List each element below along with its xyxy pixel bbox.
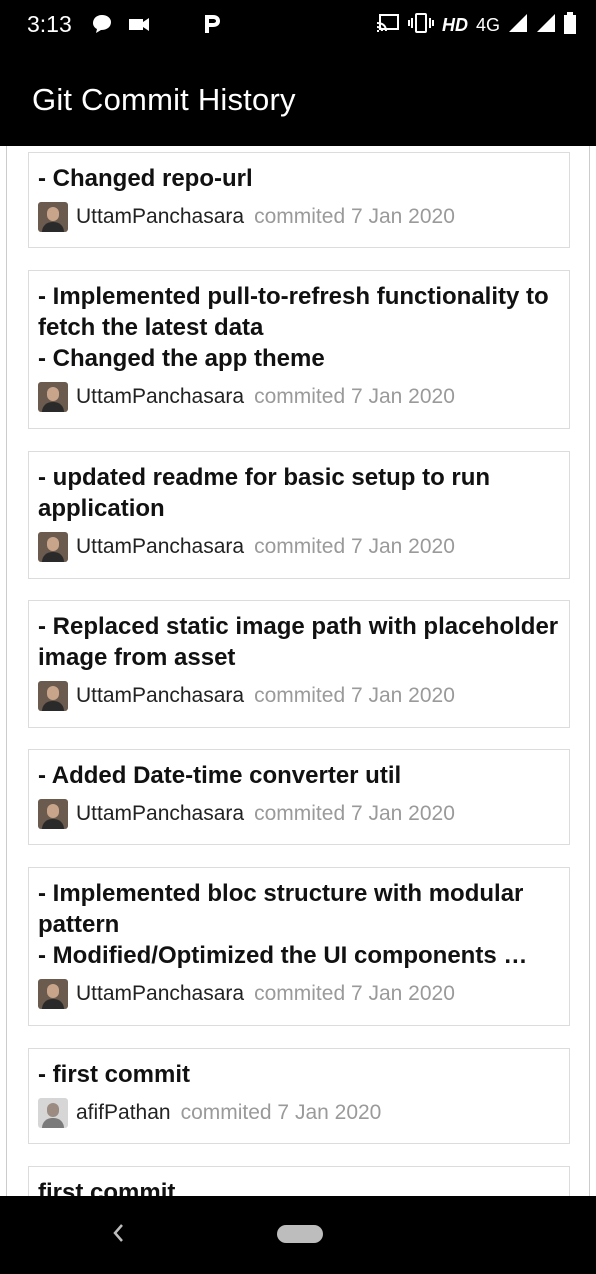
author-avatar [38,382,68,412]
app-bar: Git Commit History [0,52,596,146]
network-label: HD [441,15,468,35]
commit-card[interactable]: - Implemented bloc structure with modula… [28,867,570,1026]
cast-icon [376,12,400,39]
commit-card[interactable]: - Changed repo-url UttamPanchasara commi… [28,152,570,248]
status-time: 3:13 [27,11,72,37]
commit-author: UttamPanchasara [76,205,245,228]
author-avatar [38,532,68,562]
page-edge [589,146,590,1196]
commit-message: first commit [38,1179,176,1196]
commit-meta: UttamPanchasara commited 7 Jan 2020 [38,200,569,234]
commit-author: UttamPanchasara [76,535,245,558]
navigation-bar [0,1196,596,1274]
commit-author: UttamPanchasara [76,684,245,707]
status-bar: 3:13 HD 4G [0,0,596,52]
vibrate-icon [407,12,434,39]
commit-message: - Implemented pull-to-refresh functional… [38,283,549,372]
commit-author: UttamPanchasara [76,802,245,825]
commit-author: UttamPanchasara [76,385,245,408]
commit-date: commited 7 Jan 2020 [254,205,455,228]
chat-bubble-icon [91,12,113,41]
commit-list[interactable]: - Changed repo-url UttamPanchasara commi… [0,146,596,1196]
battery-icon [564,12,576,39]
status-indicators: HD 4G [376,12,576,39]
page-edge [6,146,7,1196]
video-camera-icon [127,12,151,41]
commit-date: commited 7 Jan 2020 [254,684,455,707]
commit-date: commited 7 Jan 2020 [254,385,455,408]
commit-meta: afifPathan commited 7 Jan 2020 [38,1096,569,1130]
commit-message: - first commit [38,1061,191,1088]
commit-card[interactable]: - Replaced static image path with placeh… [28,600,570,728]
commit-card[interactable]: - Implemented pull-to-refresh functional… [28,270,570,429]
commit-meta: UttamPanchasara commited 7 Jan 2020 [38,797,569,831]
commit-date: commited 7 Jan 2020 [180,1101,382,1124]
signal-icon [508,13,528,38]
commit-date: commited 7 Jan 2020 [254,802,455,825]
author-avatar [38,681,68,711]
home-pill-icon[interactable] [277,1225,323,1243]
commit-author: UttamPanchasara [76,982,245,1005]
back-chevron-icon[interactable] [108,1218,128,1253]
commit-date: commited 7 Jan 2020 [254,982,455,1005]
commit-card[interactable]: - Added Date-time converter util UttamPa… [28,749,570,845]
pocketcasts-p-icon [200,12,222,41]
author-avatar [38,979,68,1009]
commit-message: - Implemented bloc structure with modula… [38,880,528,969]
wifi-signal-icon [536,13,556,38]
commit-meta: UttamPanchasara commited 7 Jan 2020 [38,679,569,713]
commit-message: - updated readme for basic setup to run … [38,464,491,522]
commit-meta: UttamPanchasara commited 7 Jan 2020 [38,977,569,1011]
commit-date: commited 7 Jan 2020 [254,535,455,558]
commit-author: afifPathan [76,1101,171,1124]
commit-message: - Changed repo-url [38,165,253,192]
commit-message: - Added Date-time converter util [38,762,402,789]
page-title: Git Commit History [32,82,296,117]
commit-card[interactable]: - first commit afifPathan commited 7 Jan… [28,1048,570,1144]
commit-message: - Replaced static image path with placeh… [38,613,559,671]
commit-card[interactable]: first commit [28,1166,570,1196]
author-avatar [38,1098,68,1128]
commit-meta: UttamPanchasara commited 7 Jan 2020 [38,380,569,414]
author-avatar [38,202,68,232]
author-avatar [38,799,68,829]
signal-type-label: 4G [475,15,500,35]
commit-meta: UttamPanchasara commited 7 Jan 2020 [38,530,569,564]
commit-card[interactable]: - updated readme for basic setup to run … [28,451,570,579]
